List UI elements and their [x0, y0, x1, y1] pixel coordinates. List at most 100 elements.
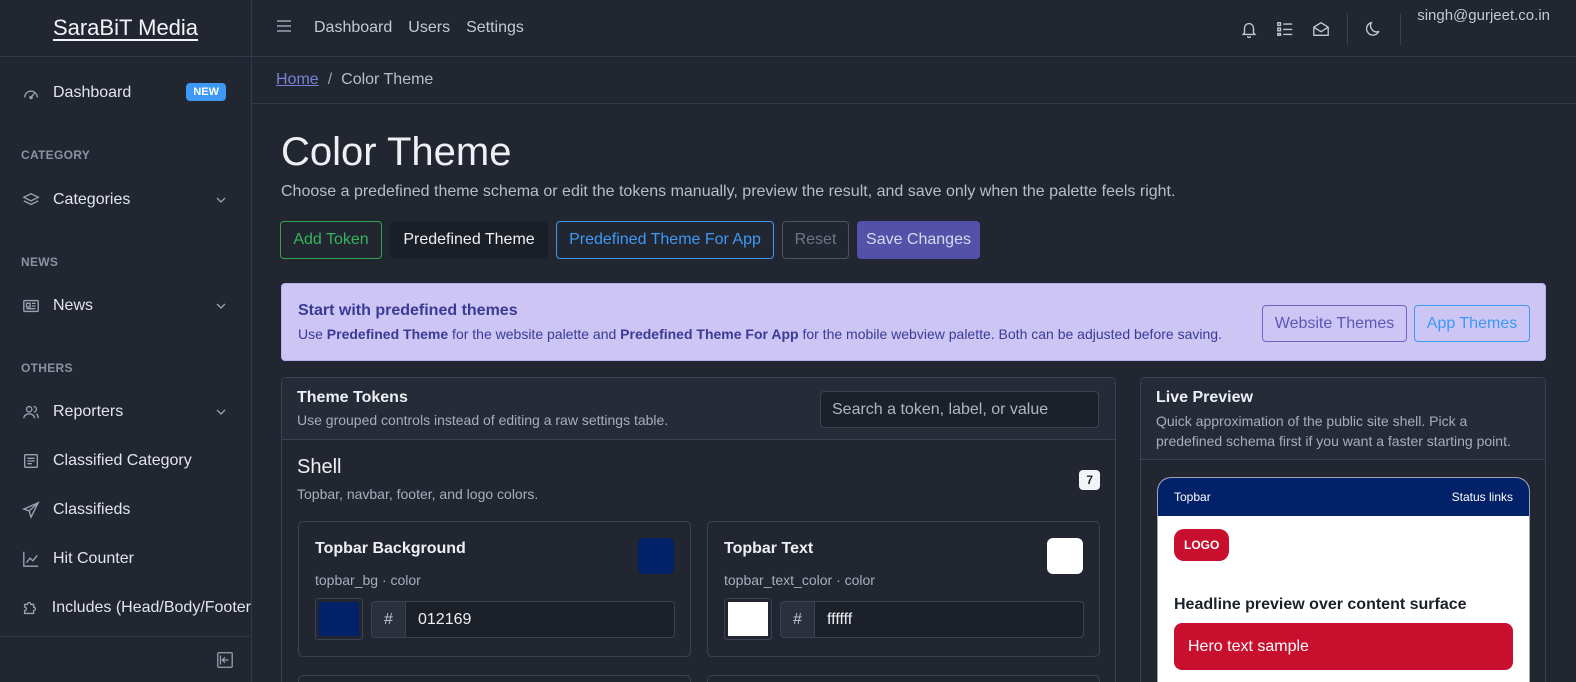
- alert-text-part: Use: [298, 326, 327, 342]
- card-header: Live Preview Quick approximation of the …: [1141, 378, 1545, 460]
- predefined-theme-button[interactable]: Predefined Theme: [390, 221, 548, 259]
- brand-title[interactable]: SaraBiT Media: [53, 15, 198, 41]
- divider: [1400, 12, 1402, 45]
- sidebar-item-categories[interactable]: Categories: [0, 177, 251, 223]
- token-label: Topbar Text: [724, 540, 814, 557]
- sidebar-item-label: Classifieds: [53, 501, 131, 518]
- color-picker[interactable]: [315, 598, 363, 640]
- token-card: [707, 675, 1100, 682]
- preview-frame: Topbar Status links LOGO Headline previe…: [1157, 477, 1530, 682]
- token-card: [298, 675, 691, 682]
- header-link-settings[interactable]: Settings: [466, 19, 524, 37]
- group-subtitle: Topbar, navbar, footer, and logo colors.: [297, 486, 539, 502]
- breadcrumb: Home / Color Theme: [252, 57, 1576, 104]
- users-icon: [20, 401, 42, 423]
- alert-text-part: for the website palette and: [448, 326, 621, 342]
- header-link-dashboard[interactable]: Dashboard: [314, 19, 392, 37]
- chevron-down-icon[interactable]: [215, 193, 227, 211]
- add-token-button[interactable]: Add Token: [280, 221, 382, 259]
- hex-value-input[interactable]: 012169: [405, 601, 675, 638]
- envelope-open-icon[interactable]: [1303, 20, 1339, 38]
- layers-icon: [20, 189, 42, 211]
- card-title: Theme Tokens: [297, 389, 408, 406]
- sidebar-item-dashboard[interactable]: Dashboard NEW: [0, 70, 251, 116]
- website-themes-button[interactable]: Website Themes: [1262, 305, 1407, 342]
- user-menu[interactable]: singh@gurjeet.co.in: [1417, 7, 1550, 24]
- header-nav: Dashboard Users Settings: [314, 19, 524, 37]
- preview-status-links: Status links: [1451, 490, 1513, 504]
- preview-topbar-label: Topbar: [1174, 490, 1211, 504]
- info-alert: Start with predefined themes Use Predefi…: [281, 283, 1546, 361]
- preview-hero: Hero text sample: [1174, 623, 1513, 670]
- sidebar-item-label: Includes (Head/Body/Footer: [51, 599, 251, 616]
- save-button[interactable]: Save Changes: [857, 221, 980, 259]
- moon-icon[interactable]: [1356, 20, 1392, 38]
- predefined-theme-app-button[interactable]: Predefined Theme For App: [556, 221, 774, 259]
- card-header: Theme Tokens Use grouped controls instea…: [282, 378, 1115, 440]
- hash-prefix: #: [780, 601, 815, 638]
- sidebar-item-hit-counter[interactable]: Hit Counter: [0, 536, 251, 582]
- alert-text-part: for the mobile webview palette. Both can…: [798, 326, 1222, 342]
- page-description: Choose a predefined theme schema or edit…: [281, 183, 1176, 200]
- header-link-users[interactable]: Users: [408, 19, 450, 37]
- puzzle-icon: [20, 597, 41, 619]
- color-swatch: [1047, 538, 1083, 574]
- bell-icon[interactable]: [1231, 20, 1267, 38]
- sidebar-item-classifieds[interactable]: Classifieds: [0, 487, 251, 533]
- token-card: Topbar Text topbar_text_color · color # …: [707, 521, 1100, 657]
- sidebar-item-includes[interactable]: Includes (Head/Body/Footer: [0, 585, 251, 631]
- collapse-sidebar-icon[interactable]: [216, 651, 234, 674]
- hex-value-input[interactable]: ffffff: [814, 601, 1084, 638]
- hash-prefix: #: [371, 601, 406, 638]
- section-title-others: OTHERS: [21, 361, 73, 375]
- live-preview-card: Live Preview Quick approximation of the …: [1140, 377, 1546, 682]
- chevron-down-icon[interactable]: [215, 405, 227, 423]
- app-themes-button[interactable]: App Themes: [1414, 305, 1530, 342]
- sidebar-item-label: Reporters: [53, 403, 124, 420]
- sidebar-footer: [0, 636, 251, 682]
- sidebar-item-news[interactable]: News: [0, 283, 251, 329]
- alert-text-bold: Predefined Theme: [326, 326, 449, 342]
- menu-icon[interactable]: [276, 18, 296, 39]
- new-badge: NEW: [186, 83, 226, 101]
- sidebar-item-reporters[interactable]: Reporters: [0, 389, 251, 435]
- sidebar: SaraBiT Media Dashboard NEW CATEGORY Cat…: [0, 0, 252, 682]
- newspaper-icon: [20, 295, 42, 317]
- section-title-news: NEWS: [21, 255, 59, 269]
- alert-text: Use Predefined Theme for the website pal…: [298, 326, 1222, 342]
- list-icon: [20, 450, 42, 472]
- token-key: topbar_text_color · color: [724, 572, 875, 588]
- token-search-input[interactable]: [820, 391, 1099, 428]
- brand[interactable]: SaraBiT Media: [0, 0, 251, 57]
- send-icon: [20, 499, 42, 521]
- alert-text-bold: Predefined Theme For App: [620, 326, 799, 342]
- theme-tokens-card: Theme Tokens Use grouped controls instea…: [281, 377, 1116, 682]
- token-card: Topbar Background topbar_bg · color # 01…: [298, 521, 691, 657]
- reset-button[interactable]: Reset: [782, 221, 849, 259]
- page-title: Color Theme: [281, 130, 512, 174]
- sidebar-item-label: Hit Counter: [53, 550, 134, 567]
- section-title-category: CATEGORY: [21, 148, 91, 162]
- count-badge: 7: [1079, 470, 1100, 490]
- chevron-down-icon[interactable]: [215, 299, 227, 317]
- token-label: Topbar Background: [315, 540, 466, 557]
- alert-title: Start with predefined themes: [298, 302, 518, 319]
- sidebar-item-label: Dashboard: [53, 84, 132, 101]
- preview-logo: LOGO: [1174, 529, 1230, 561]
- list-task-icon[interactable]: [1267, 20, 1303, 38]
- chart-line-icon: [20, 548, 42, 570]
- sidebar-item-classified-category[interactable]: Classified Category: [0, 438, 251, 484]
- divider: [1347, 12, 1349, 45]
- color-picker[interactable]: [724, 598, 772, 640]
- card-subtitle: Use grouped controls instead of editing …: [297, 412, 669, 428]
- speedometer-icon: [20, 82, 42, 104]
- breadcrumb-separator: /: [327, 71, 333, 88]
- breadcrumb-current: Color Theme: [341, 71, 434, 88]
- sidebar-item-label: Classified Category: [53, 452, 192, 469]
- breadcrumb-home[interactable]: Home: [276, 71, 319, 89]
- sidebar-item-label: News: [53, 297, 94, 314]
- group-title: Shell: [297, 456, 342, 478]
- header-actions: singh@gurjeet.co.in: [1231, 0, 1576, 57]
- preview-topbar: Topbar Status links: [1158, 478, 1529, 516]
- card-title: Live Preview: [1156, 389, 1253, 406]
